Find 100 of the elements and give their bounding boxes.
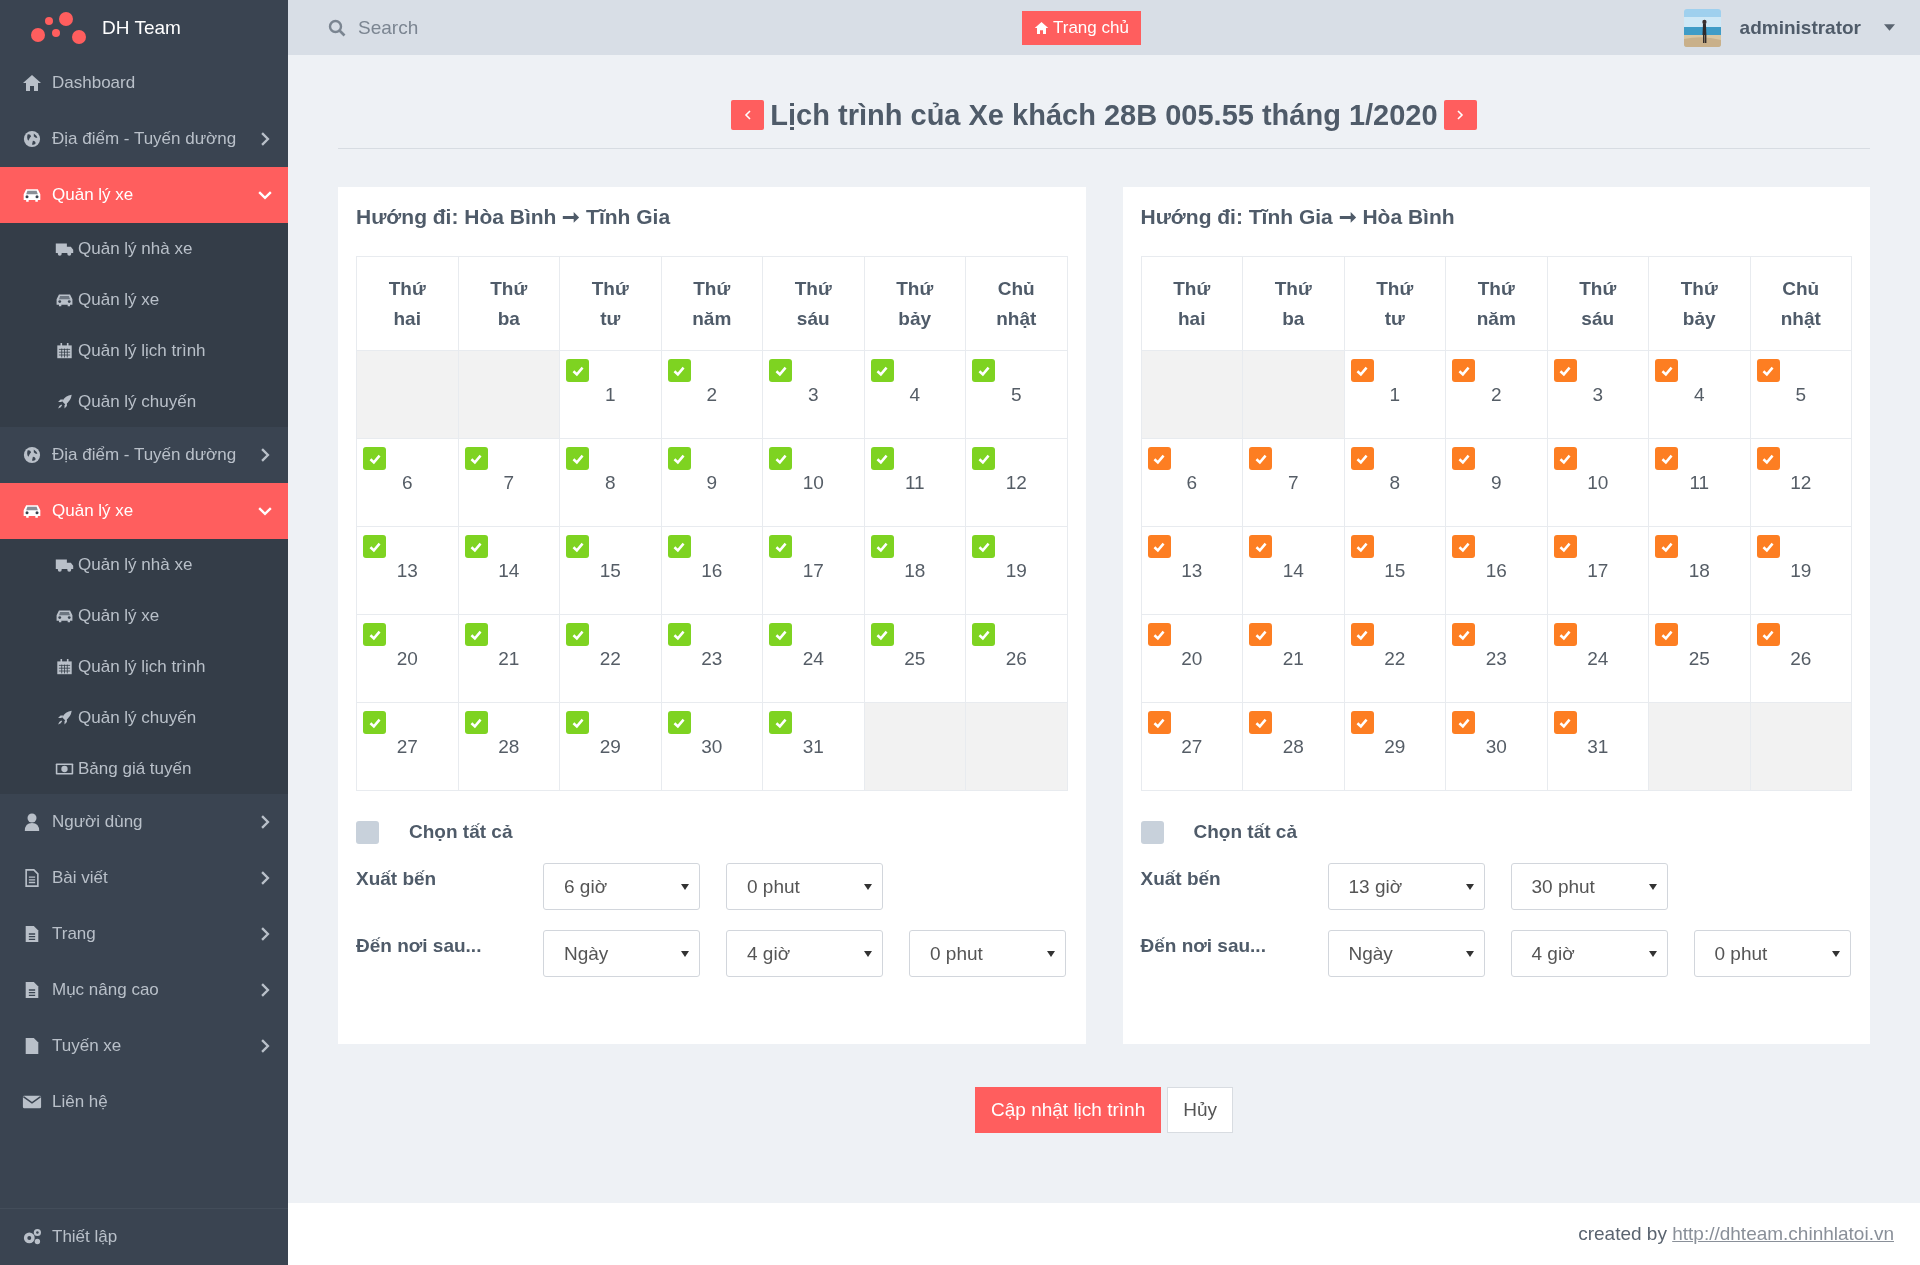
- dropdown[interactable]: 6 giờ: [543, 863, 700, 910]
- checkbox[interactable]: [1452, 711, 1475, 734]
- checkbox[interactable]: [1350, 447, 1374, 470]
- search-input[interactable]: Search: [356, 15, 660, 40]
- checkbox[interactable]: [972, 623, 995, 646]
- checkbox[interactable]: [363, 535, 386, 558]
- checkbox[interactable]: [1249, 711, 1272, 734]
- checkbox[interactable]: [667, 535, 691, 558]
- cancel-button[interactable]: Hủy: [1167, 1087, 1233, 1133]
- checkbox[interactable]: [1350, 623, 1374, 646]
- checkbox[interactable]: [356, 820, 379, 844]
- checkbox[interactable]: [566, 711, 589, 734]
- menu-item[interactable]: Địa điểm - Tuyến dường: [0, 111, 288, 167]
- checkbox[interactable]: [667, 447, 691, 470]
- submenu-item[interactable]: Quản lý chuyến: [0, 376, 288, 427]
- checkbox[interactable]: [1249, 623, 1272, 646]
- checkbox[interactable]: [972, 535, 995, 558]
- checkbox[interactable]: [363, 623, 386, 646]
- dropdown[interactable]: 4 giờ: [1510, 930, 1668, 977]
- checkbox[interactable]: [566, 535, 589, 558]
- dropdown[interactable]: 30 phut: [1510, 863, 1668, 910]
- menu-item[interactable]: Tuyến xe: [0, 1018, 288, 1074]
- checkbox[interactable]: [464, 447, 488, 470]
- menu-item[interactable]: Dashboard: [0, 55, 288, 111]
- checkbox[interactable]: [1756, 623, 1780, 646]
- menu-item[interactable]: Người dùng: [0, 794, 288, 850]
- dropdown[interactable]: Ngày: [543, 930, 700, 977]
- checkbox[interactable]: [1655, 359, 1678, 382]
- user-name[interactable]: administrator: [1739, 16, 1861, 39]
- checkbox[interactable]: [1350, 359, 1374, 382]
- checkbox[interactable]: [1553, 359, 1577, 382]
- checkbox[interactable]: [464, 711, 488, 734]
- checkbox[interactable]: [667, 359, 691, 382]
- checkbox[interactable]: [870, 447, 894, 470]
- checkbox[interactable]: [1147, 623, 1171, 646]
- checkbox[interactable]: [1553, 447, 1577, 470]
- checkbox[interactable]: [363, 447, 386, 470]
- submenu-item[interactable]: Bảng giá tuyến: [0, 743, 288, 794]
- search-field[interactable]: Search: [328, 15, 728, 40]
- checkbox[interactable]: [566, 359, 589, 382]
- checkbox[interactable]: [1756, 359, 1780, 382]
- checkbox[interactable]: [769, 359, 792, 382]
- checkbox[interactable]: [972, 359, 995, 382]
- checkbox[interactable]: [1147, 535, 1171, 558]
- menu-item[interactable]: Mục nâng cao: [0, 962, 288, 1018]
- checkbox[interactable]: [870, 535, 894, 558]
- submenu-item[interactable]: Quản lý xe: [0, 274, 288, 325]
- checkbox[interactable]: [769, 447, 792, 470]
- checkbox[interactable]: [667, 623, 691, 646]
- checkbox[interactable]: [1756, 447, 1780, 470]
- dropdown[interactable]: 0 phut: [726, 863, 883, 910]
- submenu-item[interactable]: Quản lý chuyến: [0, 692, 288, 743]
- submenu-item[interactable]: Quản lý nhà xe: [0, 223, 288, 274]
- checkbox[interactable]: [769, 535, 792, 558]
- submenu-item[interactable]: Quản lý lịch trình: [0, 641, 288, 692]
- checkbox[interactable]: [1452, 359, 1475, 382]
- footer-link[interactable]: http://dhteam.chinhlatoi.vn: [1672, 1223, 1894, 1244]
- checkbox[interactable]: [464, 623, 488, 646]
- checkbox[interactable]: [1147, 711, 1171, 734]
- checkbox[interactable]: [769, 711, 792, 734]
- dropdown[interactable]: 13 giờ: [1327, 863, 1485, 910]
- checkbox[interactable]: [972, 447, 995, 470]
- checkbox[interactable]: [566, 447, 589, 470]
- menu-item[interactable]: Liên hệ: [0, 1074, 288, 1130]
- checkbox[interactable]: [769, 623, 792, 646]
- checkbox[interactable]: [1147, 447, 1171, 470]
- checkbox[interactable]: [1249, 447, 1272, 470]
- checkbox[interactable]: [1655, 447, 1678, 470]
- dropdown[interactable]: 4 giờ: [726, 930, 883, 977]
- menu-item[interactable]: Trang: [0, 906, 288, 962]
- checkbox[interactable]: [1452, 535, 1475, 558]
- checkbox[interactable]: [566, 623, 589, 646]
- checkbox[interactable]: [1553, 623, 1577, 646]
- checkbox[interactable]: [870, 359, 894, 382]
- next-month-button[interactable]: [1443, 100, 1477, 130]
- checkbox[interactable]: [1140, 820, 1164, 844]
- checkbox[interactable]: [1655, 535, 1678, 558]
- checkbox[interactable]: [1249, 535, 1272, 558]
- checkbox[interactable]: [1350, 711, 1374, 734]
- previous-month-button[interactable]: [731, 100, 765, 130]
- checkbox[interactable]: [1350, 535, 1374, 558]
- menu-item[interactable]: Bài viết: [0, 850, 288, 906]
- dropdown[interactable]: Ngày: [1327, 930, 1485, 977]
- checkbox[interactable]: [667, 711, 691, 734]
- checkbox[interactable]: [1655, 623, 1678, 646]
- checkbox[interactable]: [1452, 623, 1475, 646]
- dropdown[interactable]: 0 phut: [1693, 930, 1851, 977]
- checkbox[interactable]: [363, 711, 386, 734]
- checkbox[interactable]: [1452, 447, 1475, 470]
- checkbox[interactable]: [870, 623, 894, 646]
- checkbox[interactable]: [1553, 711, 1577, 734]
- checkbox[interactable]: [1756, 535, 1780, 558]
- checkbox[interactable]: [1553, 535, 1577, 558]
- caret-icon[interactable]: [1884, 24, 1895, 31]
- submenu-item[interactable]: Quản lý xe: [0, 590, 288, 641]
- menu-item[interactable]: Địa điểm - Tuyến dường: [0, 427, 288, 483]
- submenu-item[interactable]: Quản lý lịch trình: [0, 325, 288, 376]
- dropdown[interactable]: 0 phut: [909, 930, 1066, 977]
- submenu-item[interactable]: Quản lý nhà xe: [0, 539, 288, 590]
- checkbox[interactable]: [464, 535, 488, 558]
